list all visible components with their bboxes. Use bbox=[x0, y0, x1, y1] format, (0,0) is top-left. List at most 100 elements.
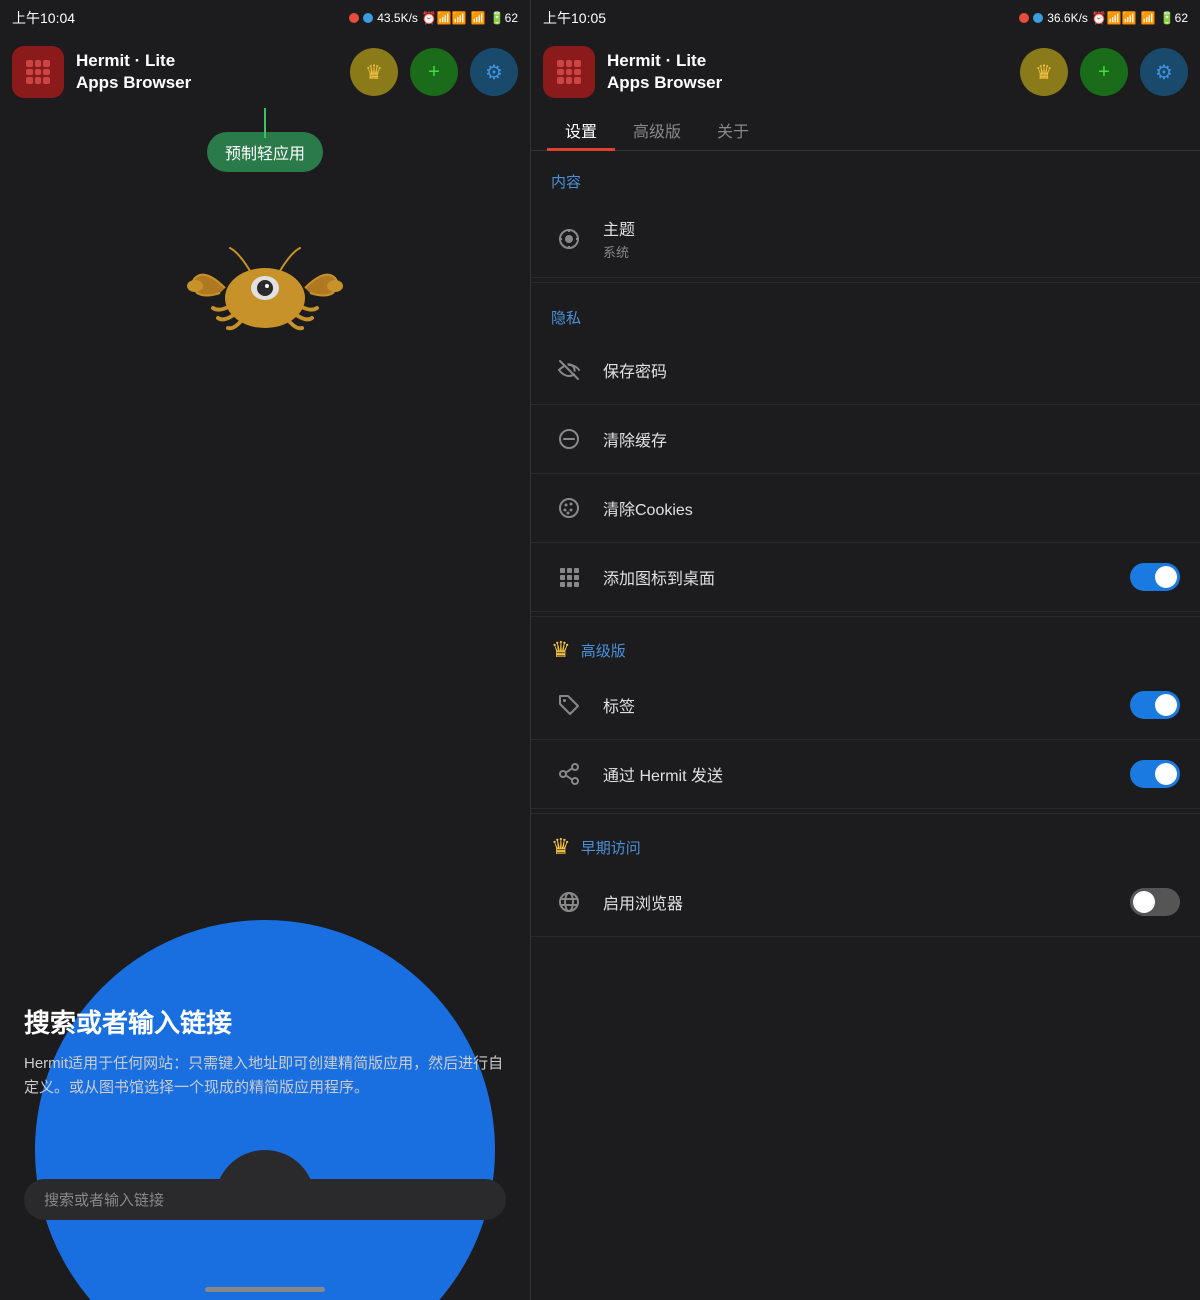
settings-item-password[interactable]: 保存密码 bbox=[531, 336, 1200, 405]
section-premium: ♛ 高级版 bbox=[531, 621, 1200, 671]
settings-tabs: 设置 高级版 关于 bbox=[531, 108, 1200, 151]
crown-early-icon: ♛ bbox=[551, 834, 571, 860]
right-status-icons: 36.6K/s ⏰📶📶 📶 🔋62 bbox=[1019, 11, 1188, 25]
right-wifi-icon: 📶 bbox=[1141, 11, 1156, 25]
section-header-premium: 高级版 bbox=[581, 640, 626, 661]
tab-advanced[interactable]: 高级版 bbox=[615, 108, 699, 150]
section-header-content: 内容 bbox=[531, 151, 1200, 200]
tooltip-bubble: 预制轻应用 bbox=[207, 132, 323, 172]
grid-add-icon bbox=[551, 559, 587, 595]
left-panel: 上午10:04 43.5K/s ⏰📶📶 📶 🔋62 Her bbox=[0, 0, 530, 1300]
share-title: 通过 Hermit 发送 bbox=[603, 762, 1130, 786]
cache-title: 清除缓存 bbox=[603, 427, 1180, 451]
right-speed: 36.6K/s bbox=[1047, 11, 1088, 25]
right-status-bar: 上午10:05 36.6K/s ⏰📶📶 📶 🔋62 bbox=[531, 0, 1200, 36]
add-icon-title: 添加图标到桌面 bbox=[603, 565, 1130, 589]
settings-list: 内容 主题 系统 隐私 bbox=[531, 151, 1200, 1300]
minus-circle-icon bbox=[551, 421, 587, 457]
crown-premium-icon: ♛ bbox=[551, 637, 571, 663]
left-signal-icon: ⏰📶📶 bbox=[422, 11, 467, 25]
tab-settings[interactable]: 设置 bbox=[547, 108, 615, 150]
left-app-title: Hermit · LiteApps Browser bbox=[76, 50, 338, 94]
right-grid-icon bbox=[557, 60, 581, 84]
search-bar[interactable]: 搜索或者输入链接 bbox=[24, 1179, 506, 1220]
left-battery-icon: 🔋62 bbox=[490, 11, 518, 25]
add-icon-text: 添加图标到桌面 bbox=[603, 565, 1130, 589]
left-app-header: Hermit · LiteApps Browser ♛ + ⚙ bbox=[0, 36, 530, 108]
cookies-title: 清除Cookies bbox=[603, 496, 1180, 520]
right-app-header: Hermit · LiteApps Browser ♛ + ⚙ bbox=[531, 36, 1200, 108]
left-dot-blue bbox=[363, 13, 373, 23]
globe-icon bbox=[551, 884, 587, 920]
theme-title: 主题 bbox=[603, 216, 1180, 240]
browser-toggle[interactable] bbox=[1130, 888, 1180, 916]
left-gear-button[interactable]: ⚙ bbox=[470, 48, 518, 96]
theme-subtitle: 系统 bbox=[603, 242, 1180, 261]
left-status-bar: 上午10:04 43.5K/s ⏰📶📶 📶 🔋62 bbox=[0, 0, 530, 36]
divider-3 bbox=[531, 813, 1200, 814]
left-time: 上午10:04 bbox=[12, 8, 75, 28]
grid-icon bbox=[26, 60, 50, 84]
right-app-title: Hermit · LiteApps Browser bbox=[607, 50, 1008, 94]
right-crown-button[interactable]: ♛ bbox=[1020, 48, 1068, 96]
left-app-icon bbox=[12, 46, 64, 98]
right-battery-icon: 🔋62 bbox=[1160, 11, 1188, 25]
cookie-icon bbox=[551, 490, 587, 526]
eye-off-icon bbox=[551, 352, 587, 388]
right-dot-blue bbox=[1033, 13, 1043, 23]
bottom-heading: 搜索或者输入链接 bbox=[24, 1003, 506, 1040]
left-home-indicator bbox=[205, 1287, 325, 1292]
settings-item-add-icon[interactable]: 添加图标到桌面 bbox=[531, 543, 1200, 612]
left-main-content: 搜索或者输入链接 Hermit适用于任何网站：只需键入地址即可创建精简版应用，然… bbox=[0, 168, 530, 1300]
blue-circle-bg bbox=[35, 920, 495, 1300]
search-placeholder: 搜索或者输入链接 bbox=[44, 1192, 164, 1209]
right-dot-red bbox=[1019, 13, 1029, 23]
right-gear-button[interactable]: ⚙ bbox=[1140, 48, 1188, 96]
settings-item-cookies[interactable]: 清除Cookies bbox=[531, 474, 1200, 543]
cookies-text: 清除Cookies bbox=[603, 496, 1180, 520]
settings-item-tags[interactable]: 标签 bbox=[531, 671, 1200, 740]
left-wifi-icon: 📶 bbox=[471, 11, 486, 25]
left-dot-red bbox=[349, 13, 359, 23]
share-toggle[interactable] bbox=[1130, 760, 1180, 788]
tab-about[interactable]: 关于 bbox=[699, 108, 767, 150]
right-time: 上午10:05 bbox=[543, 8, 606, 28]
divider-2 bbox=[531, 616, 1200, 617]
theme-icon bbox=[551, 221, 587, 257]
settings-item-share[interactable]: 通过 Hermit 发送 bbox=[531, 740, 1200, 809]
divider-1 bbox=[531, 282, 1200, 283]
password-text: 保存密码 bbox=[603, 358, 1180, 382]
left-add-button[interactable]: + bbox=[410, 48, 458, 96]
tags-toggle[interactable] bbox=[1130, 691, 1180, 719]
settings-item-cache[interactable]: 清除缓存 bbox=[531, 405, 1200, 474]
crab-illustration bbox=[185, 228, 345, 353]
right-signal-icon: ⏰📶📶 bbox=[1092, 11, 1137, 25]
bottom-description: Hermit适用于任何网站：只需键入地址即可创建精简版应用，然后进行自定义。或从… bbox=[24, 1052, 506, 1100]
browser-text: 启用浏览器 bbox=[603, 890, 1130, 914]
tooltip-line bbox=[264, 108, 266, 138]
tags-text: 标签 bbox=[603, 693, 1130, 717]
tag-icon bbox=[551, 687, 587, 723]
right-add-button[interactable]: + bbox=[1080, 48, 1128, 96]
theme-text: 主题 系统 bbox=[603, 216, 1180, 261]
right-panel: 上午10:05 36.6K/s ⏰📶📶 📶 🔋62 Her bbox=[530, 0, 1200, 1300]
add-icon-toggle[interactable] bbox=[1130, 563, 1180, 591]
left-crown-button[interactable]: ♛ bbox=[350, 48, 398, 96]
cache-text: 清除缓存 bbox=[603, 427, 1180, 451]
section-header-early: 早期访问 bbox=[581, 837, 641, 858]
share-text: 通过 Hermit 发送 bbox=[603, 762, 1130, 786]
section-early-access: ♛ 早期访问 bbox=[531, 818, 1200, 868]
share-icon bbox=[551, 756, 587, 792]
left-speed: 43.5K/s bbox=[377, 11, 418, 25]
bottom-text-section: 搜索或者输入链接 Hermit适用于任何网站：只需键入地址即可创建精简版应用，然… bbox=[24, 1003, 506, 1100]
settings-item-theme[interactable]: 主题 系统 bbox=[531, 200, 1200, 278]
tooltip-container: 预制轻应用 bbox=[0, 108, 530, 168]
left-status-icons: 43.5K/s ⏰📶📶 📶 🔋62 bbox=[349, 11, 518, 25]
tags-title: 标签 bbox=[603, 693, 1130, 717]
settings-item-browser[interactable]: 启用浏览器 bbox=[531, 868, 1200, 937]
right-app-icon bbox=[543, 46, 595, 98]
browser-title: 启用浏览器 bbox=[603, 890, 1130, 914]
password-title: 保存密码 bbox=[603, 358, 1180, 382]
section-header-privacy: 隐私 bbox=[531, 287, 1200, 336]
tooltip-text: 预制轻应用 bbox=[225, 146, 305, 163]
